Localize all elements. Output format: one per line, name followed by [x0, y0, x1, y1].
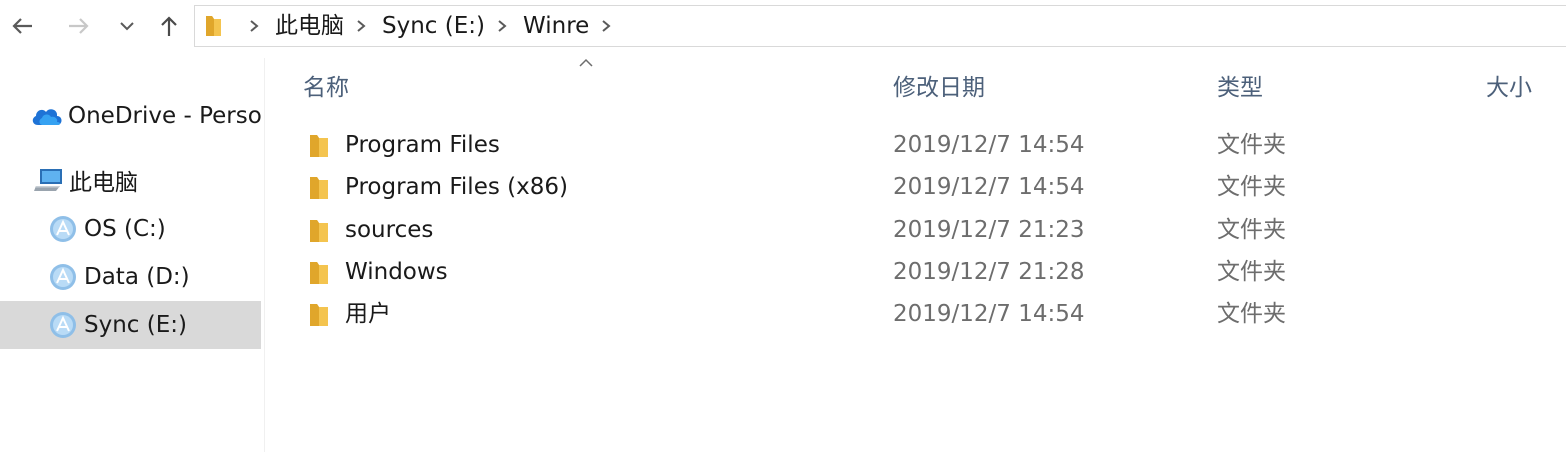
file-modified: 2019/12/7 14:54 [893, 174, 1085, 200]
sidebar-item-label: 此电脑 [69, 170, 138, 196]
up-arrow-icon [161, 16, 177, 36]
breadcrumb-chevron-icon[interactable] [601, 19, 613, 33]
sidebar-item-label: OS (C:) [84, 216, 166, 242]
file-type: 文件夹 [1217, 132, 1286, 158]
sidebar-item-onedrive[interactable]: OneDrive - Personal [0, 92, 261, 140]
file-modified: 2019/12/7 21:28 [893, 259, 1085, 285]
sidebar-item-sync-e[interactable]: Sync (E:) [0, 301, 261, 349]
breadcrumb-sync-drive[interactable]: Sync (E:) [382, 6, 485, 46]
file-type: 文件夹 [1217, 217, 1286, 243]
breadcrumb-this-pc[interactable]: 此电脑 [275, 6, 344, 46]
file-row[interactable]: Windows 2019/12/7 21:28 文件夹 [296, 251, 1556, 293]
file-row[interactable]: Program Files 2019/12/7 14:54 文件夹 [296, 124, 1556, 166]
folder-icon [310, 177, 328, 199]
file-row[interactable]: Program Files (x86) 2019/12/7 14:54 文件夹 [296, 166, 1556, 208]
back-arrow-icon [12, 18, 32, 34]
breadcrumb-chevron-icon[interactable] [497, 19, 509, 33]
column-header-type[interactable]: 类型 [1217, 68, 1263, 108]
file-name: Windows [345, 259, 448, 285]
forward-button[interactable] [62, 8, 96, 44]
navigation-bar: 此电脑 Sync (E:) Winre [0, 0, 1566, 54]
file-type: 文件夹 [1217, 301, 1286, 327]
file-name: Program Files [345, 132, 500, 158]
sidebar-item-label: Sync (E:) [84, 312, 187, 338]
back-button[interactable] [5, 8, 39, 44]
breadcrumb-chevron-icon[interactable] [249, 19, 261, 33]
column-header-modified[interactable]: 修改日期 [893, 68, 985, 108]
file-name: Program Files (x86) [345, 174, 568, 200]
sort-ascending-icon [579, 58, 593, 67]
column-header-name[interactable]: 名称 [303, 68, 349, 108]
sidebar-item-label: Data (D:) [84, 264, 190, 290]
breadcrumb-winre[interactable]: Winre [523, 6, 589, 46]
sidebar-item-data-d[interactable]: Data (D:) [0, 253, 261, 301]
file-type: 文件夹 [1217, 259, 1286, 285]
file-modified: 2019/12/7 14:54 [893, 132, 1085, 158]
file-type: 文件夹 [1217, 174, 1286, 200]
computer-icon [34, 167, 66, 193]
breadcrumb-chevron-icon[interactable] [356, 19, 368, 33]
recent-locations-button[interactable] [110, 8, 144, 44]
folder-icon [310, 220, 328, 242]
sidebar-item-this-pc[interactable]: 此电脑 [0, 156, 261, 204]
navigation-pane: OneDrive - Personal 此电脑 OS (C:) [0, 58, 262, 452]
drive-icon [48, 310, 78, 340]
sidebar-item-label: OneDrive - Personal [68, 103, 261, 129]
onedrive-cloud-icon [30, 105, 64, 127]
folder-icon [310, 304, 328, 326]
folder-icon [310, 135, 328, 157]
address-bar[interactable]: 此电脑 Sync (E:) Winre [194, 5, 1566, 47]
sidebar-item-os-c[interactable]: OS (C:) [0, 205, 261, 253]
folder-icon [206, 16, 221, 36]
forward-arrow-icon [69, 18, 89, 34]
file-row[interactable]: sources 2019/12/7 21:23 文件夹 [296, 209, 1556, 251]
file-name: 用户 [345, 301, 391, 327]
pane-splitter[interactable] [264, 58, 265, 452]
folder-icon [310, 262, 328, 284]
chevron-down-icon [120, 22, 134, 31]
file-name: sources [345, 217, 434, 243]
file-modified: 2019/12/7 21:23 [893, 217, 1085, 243]
file-row[interactable]: 用户 2019/12/7 14:54 文件夹 [296, 293, 1556, 335]
up-button[interactable] [152, 8, 186, 44]
drive-icon [48, 262, 78, 292]
drive-icon [48, 214, 78, 244]
column-header-size[interactable]: 大小 [1486, 68, 1532, 108]
file-modified: 2019/12/7 14:54 [893, 301, 1085, 327]
